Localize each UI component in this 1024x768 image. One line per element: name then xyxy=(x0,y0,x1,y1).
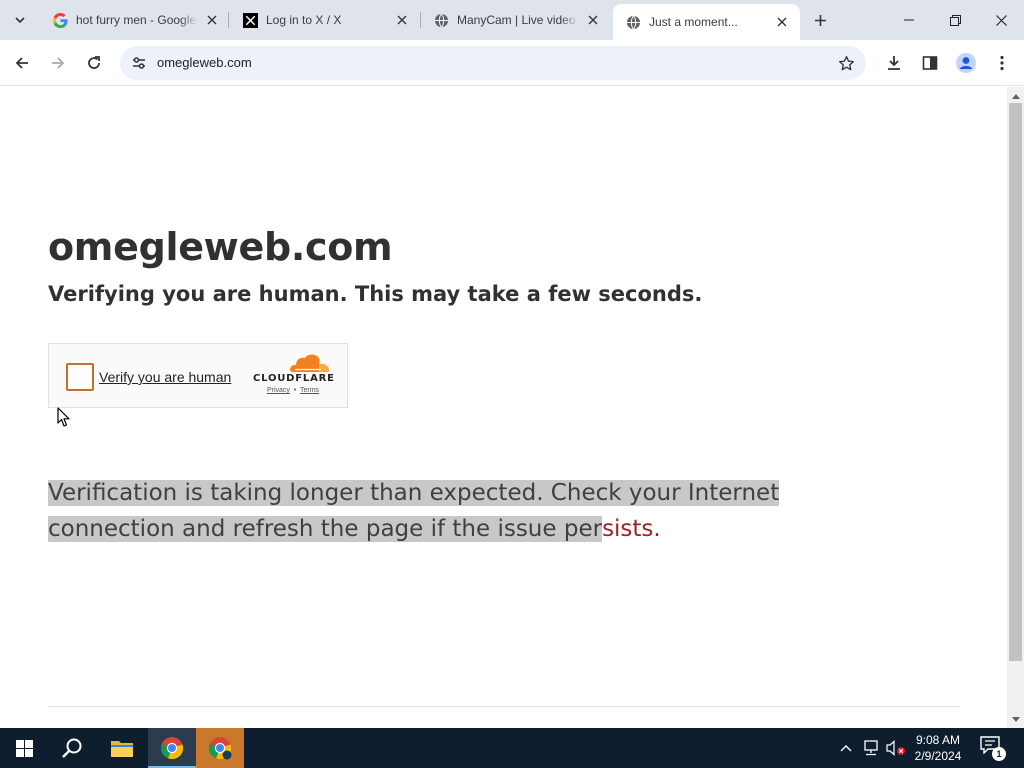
close-tab-icon[interactable] xyxy=(774,14,790,30)
tab-title: Log in to X / X xyxy=(266,13,342,27)
terms-link[interactable]: Terms xyxy=(300,387,319,394)
notification-count-badge: 1 xyxy=(992,747,1006,761)
verify-checkbox-label[interactable]: Verify you are human xyxy=(99,369,231,385)
chevron-up-icon xyxy=(840,745,852,752)
url-text[interactable]: omegleweb.com xyxy=(157,55,252,70)
mouse-cursor-icon xyxy=(57,407,70,427)
scroll-down-arrow[interactable] xyxy=(1007,712,1024,726)
network-icon xyxy=(864,740,878,756)
verification-message: Verification is taking longer than expec… xyxy=(48,475,908,547)
page-domain-heading: omegleweb.com xyxy=(48,225,393,269)
clock-time: 9:08 AM xyxy=(915,733,961,747)
cloudflare-wordmark: CLOUDFLARE xyxy=(253,373,335,384)
tab-strip: hot furry men - Google Search Log in to … xyxy=(0,0,1024,40)
plus-icon xyxy=(814,14,826,26)
page-scrollbar[interactable] xyxy=(1007,87,1024,728)
chrome-icon xyxy=(208,737,232,760)
cloudflare-cloud-icon xyxy=(289,354,330,372)
cloudflare-links: Privacy • Terms xyxy=(253,387,333,394)
show-hidden-icons[interactable] xyxy=(836,728,856,768)
tune-icon xyxy=(133,57,145,69)
google-icon xyxy=(52,12,68,28)
system-clock[interactable]: 9:08 AM 2/9/2024 xyxy=(910,732,966,764)
site-info-button[interactable] xyxy=(126,50,152,76)
network-tray[interactable] xyxy=(860,728,882,768)
bookmark-button[interactable] xyxy=(836,53,856,73)
chrome-icon xyxy=(160,737,184,760)
x-logo-icon xyxy=(242,12,258,28)
tab-manycam[interactable]: ManyCam | Live video streaming xyxy=(421,4,611,36)
scroll-up-arrow[interactable] xyxy=(1007,89,1024,103)
close-tab-icon[interactable] xyxy=(394,12,410,28)
search-icon xyxy=(62,738,82,758)
star-icon xyxy=(838,55,854,70)
restore-icon xyxy=(949,14,961,26)
reload-button[interactable] xyxy=(80,49,108,77)
kebab-menu-icon xyxy=(1000,55,1004,71)
side-panel-icon xyxy=(922,56,938,70)
start-button[interactable] xyxy=(0,728,48,768)
tab-google-search[interactable]: hot furry men - Google Search xyxy=(40,4,230,36)
tab-separator xyxy=(228,12,229,28)
forward-button[interactable] xyxy=(44,49,72,77)
windows-logo-icon xyxy=(15,739,33,757)
minimize-icon xyxy=(904,19,914,21)
download-icon xyxy=(888,56,900,70)
globe-icon xyxy=(433,12,449,28)
arrow-left-icon xyxy=(15,57,28,69)
taskbar-search-button[interactable] xyxy=(48,728,96,768)
close-icon xyxy=(995,14,1007,26)
cloudflare-branding: CLOUDFLARE Privacy • Terms xyxy=(253,354,335,396)
tab-just-a-moment[interactable]: Just a moment... xyxy=(613,4,800,40)
new-tab-button[interactable] xyxy=(808,8,832,32)
close-tab-icon[interactable] xyxy=(585,12,601,28)
restore-button[interactable] xyxy=(932,0,978,40)
verify-checkbox[interactable] xyxy=(66,363,94,391)
close-tab-icon[interactable] xyxy=(204,12,220,28)
cloudflare-challenge-widget: Verify you are human CLOUDFLARE Privacy … xyxy=(48,343,348,408)
tab-x-login[interactable]: Log in to X / X xyxy=(230,4,420,36)
arrow-right-icon xyxy=(52,57,65,69)
page-subheading: Verifying you are human. This may take a… xyxy=(48,282,703,306)
globe-icon xyxy=(625,14,641,30)
back-button[interactable] xyxy=(8,49,36,77)
menu-button[interactable] xyxy=(988,49,1016,77)
folder-icon xyxy=(111,741,133,757)
tab-title: Just a moment... xyxy=(649,15,738,29)
link-separator: • xyxy=(293,387,297,394)
page-viewport: omegleweb.com Verifying you are human. T… xyxy=(0,87,1007,728)
windows-taskbar: 9:08 AM 2/9/2024 1 xyxy=(0,728,1024,768)
downloads-button[interactable] xyxy=(880,49,908,77)
close-window-button[interactable] xyxy=(978,0,1024,40)
clock-date: 2/9/2024 xyxy=(914,749,962,763)
chevron-down-icon xyxy=(15,17,25,24)
selected-text: Verification is taking longer than expec… xyxy=(48,480,780,542)
address-bar[interactable]: omegleweb.com xyxy=(120,46,866,80)
message-tail: sists. xyxy=(602,516,661,542)
taskbar-chrome-profile[interactable] xyxy=(196,728,244,768)
reload-icon xyxy=(88,56,100,69)
tab-search-button[interactable] xyxy=(8,8,32,32)
taskbar-file-explorer[interactable] xyxy=(98,728,146,768)
side-panel-button[interactable] xyxy=(916,49,944,77)
profile-button[interactable] xyxy=(952,49,980,77)
profile-avatar-icon xyxy=(956,53,976,73)
tab-title: ManyCam | Live video streaming xyxy=(457,13,579,27)
triangle-down-icon xyxy=(1011,716,1020,722)
action-center-button[interactable]: 1 xyxy=(980,736,1006,761)
taskbar-chrome[interactable] xyxy=(148,728,196,768)
scrollbar-thumb[interactable] xyxy=(1009,103,1022,661)
volume-tray[interactable] xyxy=(884,728,908,768)
footer-divider xyxy=(48,706,960,707)
minimize-button[interactable] xyxy=(886,0,932,40)
speaker-muted-icon xyxy=(886,740,905,756)
privacy-link[interactable]: Privacy xyxy=(267,387,290,394)
browser-toolbar: omegleweb.com xyxy=(0,40,1024,86)
tab-title: hot furry men - Google Search xyxy=(76,13,198,27)
triangle-up-icon xyxy=(1011,93,1020,99)
